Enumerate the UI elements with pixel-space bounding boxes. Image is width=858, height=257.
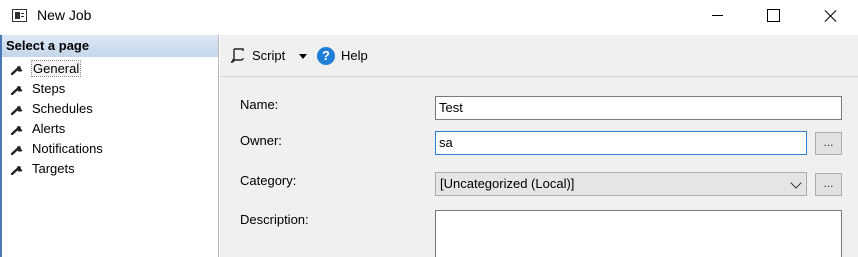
script-dropdown-arrow-icon[interactable] [299, 54, 307, 59]
nav-item-label: Notifications [32, 141, 103, 156]
nav-item-label: Alerts [32, 121, 66, 136]
description-label: Description: [240, 212, 309, 227]
name-label: Name: [240, 97, 279, 112]
page-selector-panel: Select a page General Steps Schedules Al… [0, 35, 219, 257]
toolbar: Script ? Help [220, 35, 858, 77]
window-title: New Job [37, 7, 92, 23]
page-list: General Steps Schedules Alerts Notificat… [2, 57, 218, 179]
wrench-icon [11, 163, 25, 175]
script-icon[interactable] [230, 47, 246, 63]
nav-item-label: General [30, 60, 82, 77]
category-selected-value: [Uncategorized (Local)] [440, 176, 575, 191]
owner-browse-button[interactable]: ... [815, 132, 842, 155]
nav-item-steps[interactable]: Steps [2, 79, 218, 99]
wrench-icon [11, 123, 25, 135]
wrench-icon [11, 143, 25, 155]
owner-label: Owner: [240, 133, 282, 148]
wrench-icon [11, 103, 25, 115]
nav-item-alerts[interactable]: Alerts [2, 119, 218, 139]
general-page: Script ? Help Name: Test Owner: sa ... C… [220, 35, 858, 257]
category-label: Category: [240, 173, 297, 188]
description-textarea[interactable] [435, 210, 842, 257]
close-button[interactable] [806, 0, 852, 32]
maximize-button[interactable] [750, 0, 796, 32]
nav-item-targets[interactable]: Targets [2, 159, 218, 179]
nav-item-schedules[interactable]: Schedules [2, 99, 218, 119]
nav-item-label: Targets [32, 161, 75, 176]
window-app-icon [12, 9, 27, 22]
script-button[interactable]: Script [252, 48, 285, 63]
category-select[interactable]: [Uncategorized (Local)] [435, 172, 807, 196]
name-field[interactable]: Test [435, 96, 842, 120]
wrench-icon [11, 63, 25, 75]
help-icon[interactable]: ? [317, 47, 335, 65]
nav-item-notifications[interactable]: Notifications [2, 139, 218, 159]
wrench-icon [11, 83, 25, 95]
category-browse-button[interactable]: ... [815, 173, 842, 196]
select-page-header: Select a page [2, 35, 218, 57]
nav-item-label: Steps [32, 81, 66, 96]
owner-field[interactable]: sa [435, 131, 807, 155]
nav-item-label: Schedules [32, 101, 93, 116]
title-bar: New Job [0, 0, 858, 32]
help-button[interactable]: Help [341, 48, 368, 63]
chevron-down-icon [790, 177, 802, 189]
nav-item-general[interactable]: General [2, 59, 218, 79]
minimize-button[interactable] [693, 0, 739, 32]
